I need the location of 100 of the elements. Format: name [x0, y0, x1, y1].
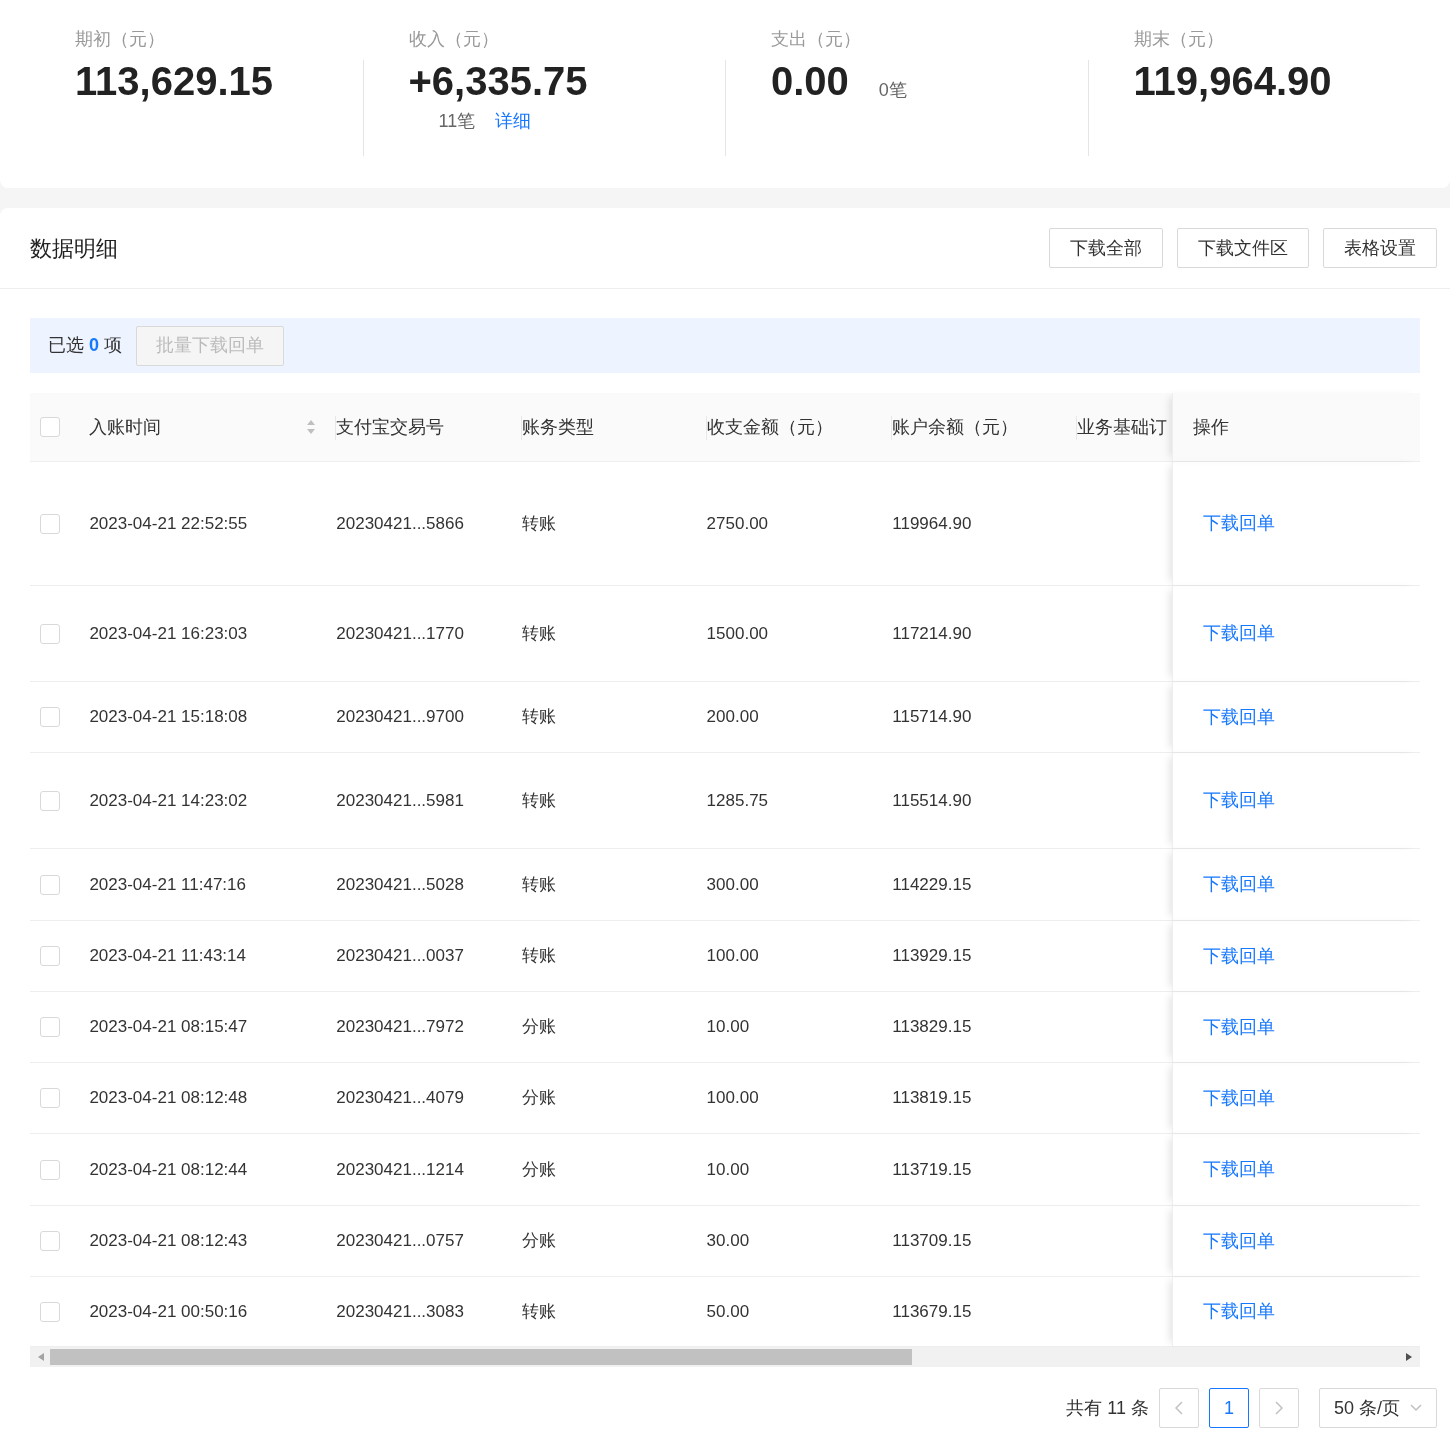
selection-count: 已选 0 项: [48, 334, 123, 357]
table-cell: 转账: [521, 623, 556, 643]
table-cell: 20230421...1214: [336, 1159, 464, 1179]
column-header: 账户余额（元）: [892, 415, 1019, 439]
checkbox[interactable]: [40, 623, 60, 644]
table-cell: 2023-04-21 00:50:16: [89, 1301, 248, 1321]
table-cell: 113709.15: [892, 1231, 972, 1251]
checkbox[interactable]: [40, 417, 60, 437]
download-receipt-link[interactable]: 下载回单: [1202, 703, 1275, 731]
table-cell: 转账: [521, 790, 556, 810]
summary-label: 支出（元）: [771, 28, 862, 51]
page-size-select[interactable]: 50 条/页: [1319, 1388, 1437, 1428]
summary-amount: 0.00: [771, 58, 849, 105]
table-cell: 100.00: [706, 946, 759, 966]
download-receipt-link[interactable]: 下载回单: [1202, 1227, 1275, 1255]
column-header: 账务类型: [521, 415, 594, 439]
download-receipt-link[interactable]: 下载回单: [1202, 510, 1275, 537]
table-cell: 2750.00: [706, 513, 769, 533]
table-cell: 20230421...5028: [336, 874, 464, 894]
section-title: 数据明细: [30, 234, 118, 263]
download-receipt-link[interactable]: 下载回单: [1202, 1013, 1275, 1041]
table-cell: 2023-04-21 08:12:43: [89, 1231, 248, 1251]
download-receipt-link[interactable]: 下载回单: [1202, 942, 1275, 970]
column-header: 入账时间: [89, 415, 162, 439]
download-receipt-link[interactable]: 下载回单: [1202, 620, 1275, 647]
table-cell: 转账: [521, 946, 556, 966]
toolbar-button[interactable]: 下载全部: [1049, 228, 1163, 268]
checkbox[interactable]: [40, 946, 60, 966]
table-cell: 20230421...5866: [336, 513, 464, 533]
download-receipt-link[interactable]: 下载回单: [1202, 1156, 1275, 1183]
table-cell: 100.00: [706, 1088, 759, 1108]
table-cell: 2023-04-21 08:12:48: [89, 1088, 248, 1108]
checkbox[interactable]: [40, 513, 60, 534]
table-cell: 30.00: [706, 1231, 750, 1251]
table-cell: 20230421...1770: [336, 623, 464, 643]
toolbar-button[interactable]: 下载文件区: [1177, 228, 1309, 268]
table-cell: 114229.15: [892, 874, 972, 894]
checkbox[interactable]: [40, 790, 60, 811]
table-cell: 300.00: [706, 874, 759, 894]
table-cell: 1285.75: [706, 790, 769, 810]
table-cell: 20230421...7972: [336, 1017, 464, 1037]
table-cell: 分账: [521, 1159, 556, 1179]
download-receipt-link[interactable]: 下载回单: [1202, 871, 1275, 898]
summary-amount: 119,964.90: [1133, 58, 1332, 105]
summary-label: 期末（元）: [1133, 28, 1225, 51]
scroll-left-icon[interactable]: [38, 1353, 44, 1361]
table-cell: 113929.15: [892, 946, 972, 966]
summary-label: 收入（元）: [408, 28, 500, 51]
table-cell: 分账: [521, 1231, 556, 1251]
download-receipt-link[interactable]: 下载回单: [1202, 1298, 1275, 1325]
table-cell: 10.00: [706, 1017, 750, 1037]
count-text: 0笔: [878, 79, 907, 102]
previous-page-button[interactable]: [1159, 1388, 1199, 1428]
checkbox[interactable]: [40, 1159, 60, 1180]
table-cell: 20230421...4079: [336, 1088, 464, 1108]
next-page-button[interactable]: [1259, 1388, 1299, 1428]
table-cell: 119964.90: [892, 513, 972, 533]
detail-link[interactable]: 详细: [495, 108, 532, 135]
table-cell: 转账: [521, 1301, 556, 1321]
table-cell: 117214.90: [892, 623, 972, 643]
total-count: 共有 11 条: [1066, 1396, 1149, 1420]
toolbar-button[interactable]: 表格设置: [1323, 228, 1437, 268]
download-receipt-link[interactable]: 下载回单: [1202, 787, 1275, 814]
chevron-left-icon: [1175, 1401, 1183, 1415]
scrollbar-thumb[interactable]: [50, 1349, 912, 1365]
table-cell: 2023-04-21 08:15:47: [89, 1017, 248, 1037]
table-cell: 转账: [521, 874, 556, 894]
checkbox[interactable]: [40, 1088, 60, 1108]
checkbox[interactable]: [40, 1301, 60, 1322]
download-receipt-link[interactable]: 下载回单: [1202, 1084, 1275, 1112]
table-cell: 2023-04-21 16:23:03: [89, 623, 248, 643]
chevron-down-icon: [1410, 1404, 1422, 1412]
table-cell: 2023-04-21 11:47:16: [89, 874, 246, 894]
checkbox[interactable]: [40, 1017, 60, 1037]
page-button[interactable]: 1: [1209, 1388, 1249, 1428]
checkbox[interactable]: [40, 874, 60, 895]
table-cell: 20230421...0757: [336, 1231, 464, 1251]
table-cell: 2023-04-21 22:52:55: [89, 513, 248, 533]
scroll-right-icon[interactable]: [1406, 1353, 1412, 1361]
horizontal-scrollbar[interactable]: [30, 1347, 1420, 1367]
checkbox[interactable]: [40, 707, 60, 727]
column-header: 业务基础订: [1077, 415, 1167, 439]
table-cell: 20230421...3083: [336, 1301, 464, 1321]
summary-label: 期初（元）: [75, 28, 166, 51]
table-cell: 2023-04-21 14:23:02: [89, 790, 248, 810]
table-cell: 20230421...0037: [336, 946, 464, 966]
checkbox[interactable]: [40, 1231, 60, 1251]
summary-amount: 113,629.15: [75, 58, 273, 105]
table-cell: 113829.15: [892, 1017, 972, 1037]
table-cell: 分账: [521, 1017, 556, 1037]
table-cell: 113819.15: [892, 1088, 972, 1108]
table-cell: 115714.90: [892, 707, 972, 727]
table-cell: 200.00: [706, 707, 759, 727]
table-cell: 10.00: [706, 1159, 750, 1179]
column-header: 操作: [1192, 415, 1229, 439]
sort-icon[interactable]: [306, 419, 317, 435]
table-cell: 113679.15: [892, 1301, 972, 1321]
table-cell: 转账: [521, 513, 556, 533]
table-cell: 2023-04-21 11:43:14: [89, 946, 246, 966]
table-cell: 2023-04-21 08:12:44: [89, 1159, 248, 1179]
